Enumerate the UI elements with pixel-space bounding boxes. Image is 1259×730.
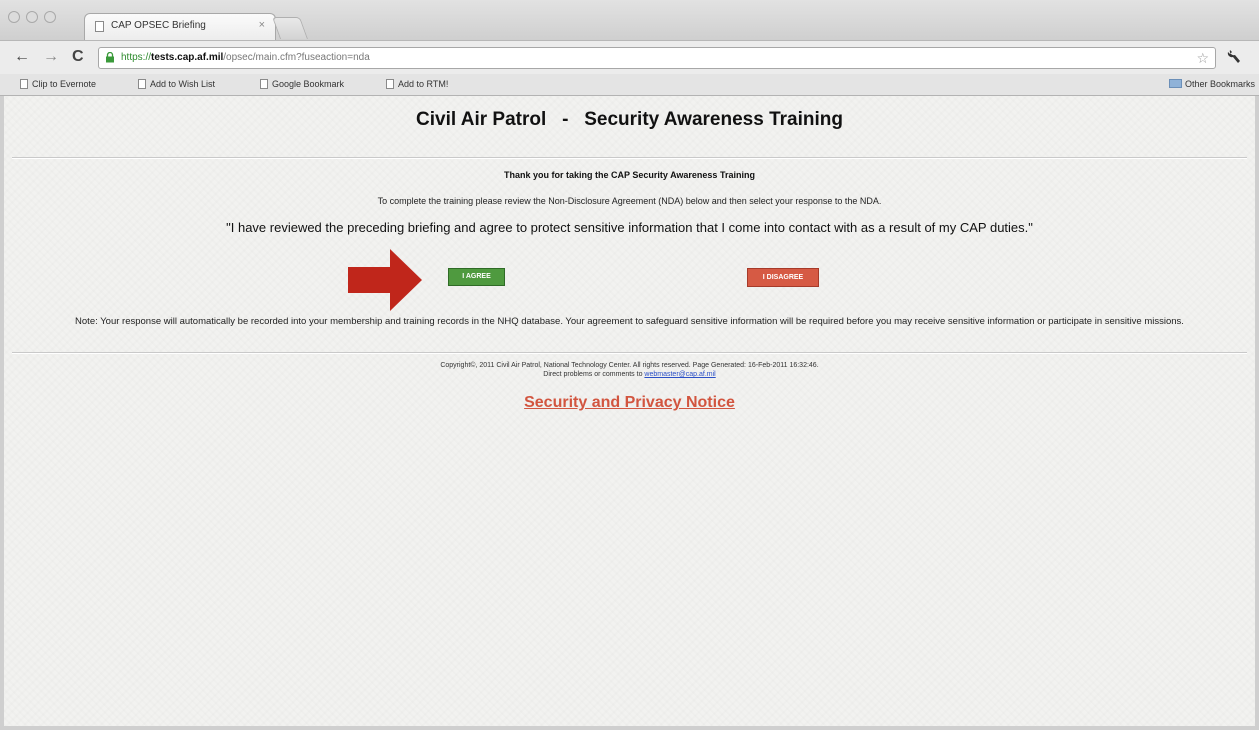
nda-instruction: To complete the training please review t…	[377, 196, 882, 206]
browser-window: CAP OPSEC Briefing × ← → C https://tests…	[0, 0, 1259, 730]
page-icon	[386, 79, 394, 89]
folder-icon	[1168, 79, 1182, 88]
tab-close-icon[interactable]: ×	[259, 19, 265, 31]
page-viewport: Civil Air Patrol - Security Awareness Tr…	[4, 96, 1255, 726]
lock-icon	[106, 52, 114, 63]
divider	[12, 352, 1247, 354]
disagree-button[interactable]: I DISAGREE	[747, 268, 819, 287]
reload-button[interactable]: C	[72, 47, 84, 67]
bookmarks-bar: Clip to Evernote Add to Wish List Google…	[0, 74, 1259, 96]
star-icon[interactable]: ☆	[1196, 50, 1209, 67]
divider	[12, 157, 1247, 159]
page-icon	[138, 79, 146, 89]
address-bar[interactable]: https://tests.cap.af.mil/opsec/main.cfm?…	[98, 47, 1216, 69]
bookmark-item[interactable]: Clip to Evernote	[20, 79, 96, 89]
nda-statement: "I have reviewed the preceding briefing …	[226, 220, 1033, 235]
window-close-control[interactable]	[8, 11, 20, 23]
window-minimize-control[interactable]	[26, 11, 38, 23]
new-tab-button[interactable]	[271, 17, 309, 39]
security-privacy-notice-link[interactable]: Security and Privacy Notice	[524, 394, 735, 411]
wrench-icon[interactable]	[1226, 48, 1242, 66]
page-icon	[20, 79, 28, 89]
forward-button[interactable]: →	[43, 47, 59, 67]
tab-title: CAP OPSEC Briefing	[111, 20, 206, 31]
browser-toolbar: ← → C https://tests.cap.af.mil/opsec/mai…	[0, 40, 1259, 74]
back-button[interactable]: ←	[14, 47, 30, 67]
webmaster-email-link[interactable]: webmaster@cap.af.mil	[644, 371, 715, 378]
url-text: https://tests.cap.af.mil/opsec/main.cfm?…	[121, 52, 370, 63]
window-zoom-control[interactable]	[44, 11, 56, 23]
copyright-footer: Copyright©, 2011 Civil Air Patrol, Natio…	[4, 361, 1255, 379]
copyright-line: Copyright©, 2011 Civil Air Patrol, Natio…	[440, 362, 819, 369]
page-icon	[95, 21, 104, 32]
agree-button[interactable]: I AGREE	[448, 268, 505, 286]
arrow-right-icon	[348, 249, 422, 311]
tab-cap-opsec-briefing[interactable]: CAP OPSEC Briefing ×	[84, 13, 276, 41]
other-bookmarks-folder[interactable]: Other Bookmarks	[1168, 79, 1255, 89]
bookmark-item[interactable]: Add to RTM!	[386, 79, 448, 89]
records-note: Note: Your response will automatically b…	[75, 316, 1184, 327]
contact-line: Direct problems or comments to webmaster…	[543, 371, 716, 378]
thanks-heading: Thank you for taking the CAP Security Aw…	[504, 170, 755, 180]
page-icon	[260, 79, 268, 89]
bookmark-item[interactable]: Add to Wish List	[138, 79, 215, 89]
tab-strip: CAP OPSEC Briefing ×	[0, 0, 1259, 41]
bookmark-item[interactable]: Google Bookmark	[260, 79, 344, 89]
page-title: Civil Air Patrol - Security Awareness Tr…	[416, 109, 843, 130]
privacy-notice: Security and Privacy Notice	[4, 394, 1255, 412]
